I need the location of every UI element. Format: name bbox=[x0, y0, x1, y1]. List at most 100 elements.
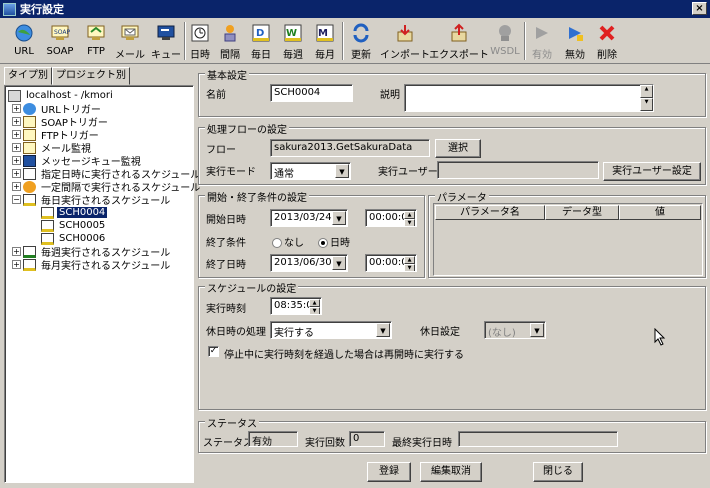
name-input[interactable]: SCH0004 bbox=[270, 84, 353, 102]
end-date-picker[interactable]: 2013/06/30 ▼ bbox=[270, 254, 348, 272]
url-button[interactable]: URL bbox=[8, 20, 40, 62]
spin-icon[interactable]: ▲ ▼ bbox=[404, 256, 415, 271]
schedule-item-icon bbox=[41, 206, 54, 219]
enable-button[interactable]: 有効 bbox=[528, 20, 556, 62]
chevron-down-icon: ▼ bbox=[332, 256, 346, 270]
schedule-item-icon bbox=[41, 232, 54, 245]
start-date-picker[interactable]: 2013/03/24 ▼ bbox=[270, 209, 348, 227]
description-scrollbar[interactable]: ▲ ▼ bbox=[640, 85, 653, 111]
ftp-icon bbox=[23, 128, 36, 141]
tree-monthly-schedule[interactable]: + 毎月実行されるスケジュール bbox=[12, 258, 172, 272]
calendar-monthly-icon bbox=[23, 258, 36, 271]
expand-icon[interactable]: + bbox=[12, 143, 21, 152]
import-button[interactable]: インポート bbox=[380, 20, 430, 62]
start-time-stepper[interactable]: 00:00:00 ▲ ▼ bbox=[365, 209, 417, 227]
import-icon bbox=[394, 22, 416, 44]
expand-icon[interactable]: + bbox=[12, 260, 21, 269]
mail-icon bbox=[23, 141, 36, 154]
weekly-button[interactable]: W 毎週 bbox=[280, 20, 306, 62]
param-type-header[interactable]: データ型 bbox=[545, 205, 619, 220]
parameters-table[interactable]: パラメータ名 データ型 値 bbox=[433, 203, 703, 276]
tab-by-project[interactable]: プロジェクト別 bbox=[52, 67, 130, 85]
expand-icon[interactable]: + bbox=[12, 104, 21, 113]
end-condition-none-radio[interactable]: なし bbox=[272, 234, 304, 249]
svg-text:D: D bbox=[256, 28, 264, 39]
soap-button[interactable]: SOAP SOAP bbox=[44, 20, 76, 62]
expand-icon[interactable]: + bbox=[12, 247, 21, 256]
interval-button[interactable]: 間隔 bbox=[217, 20, 243, 62]
wsdl-button[interactable]: WSDL bbox=[489, 20, 521, 62]
datetime-button[interactable]: 日時 bbox=[187, 20, 213, 62]
mode-select[interactable]: 通常 ▼ bbox=[270, 162, 351, 180]
exec-user-label: 実行ユーザー bbox=[378, 167, 438, 178]
mode-label: 実行モード bbox=[206, 167, 256, 178]
export-button[interactable]: エクスポート bbox=[429, 20, 489, 62]
ftp-button[interactable]: FTP bbox=[80, 20, 112, 62]
daily-button[interactable]: D 毎日 bbox=[248, 20, 274, 62]
collapse-icon[interactable]: − bbox=[12, 195, 21, 204]
disable-button[interactable]: 無効 bbox=[561, 20, 589, 62]
mail-icon bbox=[119, 22, 141, 44]
wsdl-icon bbox=[494, 22, 516, 44]
cancel-edit-button[interactable]: 編集取消 bbox=[420, 462, 482, 482]
register-button[interactable]: 登録 bbox=[367, 462, 411, 482]
mail-button[interactable]: メール bbox=[114, 20, 146, 62]
tree-schedule-item[interactable]: SCH0005 bbox=[41, 219, 107, 232]
chevron-down-icon: ▼ bbox=[376, 323, 390, 337]
delete-button[interactable]: 削除 bbox=[593, 20, 621, 62]
calendar-daily-icon: D bbox=[250, 22, 272, 44]
flow-label: フロー bbox=[206, 145, 236, 156]
svg-text:W: W bbox=[286, 28, 297, 39]
refresh-button[interactable]: 更新 bbox=[346, 20, 376, 62]
delete-x-icon bbox=[596, 22, 618, 44]
close-window-button[interactable]: × bbox=[692, 2, 707, 15]
description-input[interactable] bbox=[404, 84, 654, 112]
end-condition-datetime-radio[interactable]: 日時 bbox=[318, 234, 350, 249]
end-time-stepper[interactable]: 00:00:00 ▲ ▼ bbox=[365, 254, 417, 272]
spin-icon[interactable]: ▲ ▼ bbox=[309, 299, 320, 314]
expand-icon[interactable]: + bbox=[12, 182, 21, 191]
status-field: 有効 bbox=[248, 431, 298, 447]
spin-icon[interactable]: ▲ ▼ bbox=[404, 211, 415, 226]
computer-icon bbox=[8, 89, 21, 102]
select-flow-button[interactable]: 選択 bbox=[435, 139, 481, 158]
holiday-processing-select[interactable]: 実行する ▼ bbox=[270, 321, 392, 339]
chevron-down-icon: ▼ bbox=[332, 211, 346, 225]
expand-icon[interactable]: + bbox=[12, 156, 21, 165]
interval-icon bbox=[23, 180, 36, 193]
toolbar: URL SOAP SOAP FTP メール キュー 日時 間隔 D 毎日 W 毎… bbox=[0, 18, 710, 64]
tree-tabs: タイプ別 プロジェクト別 bbox=[4, 67, 130, 85]
calendar-daily-icon bbox=[23, 193, 36, 206]
last-exec-field bbox=[458, 431, 618, 447]
svg-text:M: M bbox=[318, 28, 328, 39]
clock-icon bbox=[189, 22, 211, 44]
refresh-icon bbox=[350, 22, 372, 44]
param-value-header[interactable]: 値 bbox=[619, 205, 701, 220]
expand-icon[interactable]: + bbox=[12, 130, 21, 139]
resume-execute-checkbox[interactable]: ✓ bbox=[208, 346, 219, 357]
expand-icon[interactable]: + bbox=[12, 117, 21, 126]
expand-icon[interactable]: + bbox=[12, 169, 21, 178]
chevron-down-icon: ▼ bbox=[335, 164, 349, 178]
holiday-processing-label: 休日時の処理 bbox=[206, 327, 266, 338]
exec-user-field bbox=[437, 161, 599, 179]
holiday-settings-select[interactable]: (なし) ▼ bbox=[484, 321, 546, 339]
end-condition-label: 終了条件 bbox=[206, 238, 246, 249]
exec-count-label: 実行回数 bbox=[305, 438, 345, 449]
exec-time-stepper[interactable]: 08:35:00 ▲ ▼ bbox=[270, 297, 322, 315]
export-icon bbox=[448, 22, 470, 44]
monthly-button[interactable]: M 毎月 bbox=[312, 20, 338, 62]
tab-by-type[interactable]: タイプ別 bbox=[4, 67, 52, 85]
queue-button[interactable]: キュー bbox=[150, 20, 182, 62]
window-title: 実行設定 bbox=[20, 3, 64, 16]
exec-user-settings-button[interactable]: 実行ユーザー設定 bbox=[603, 162, 701, 181]
close-button[interactable]: 閉じる bbox=[533, 462, 583, 482]
ftp-icon bbox=[85, 22, 107, 44]
soap-icon bbox=[23, 115, 36, 128]
tree-daily-schedule[interactable]: − 毎日実行されるスケジュール bbox=[12, 193, 172, 207]
queue-icon bbox=[155, 22, 177, 44]
param-name-header[interactable]: パラメータ名 bbox=[435, 205, 545, 220]
flow-field: sakura2013.GetSakuraData bbox=[270, 139, 430, 157]
tree-schedule-item[interactable]: SCH0004 bbox=[41, 206, 108, 219]
exec-time-label: 実行時刻 bbox=[206, 304, 246, 315]
